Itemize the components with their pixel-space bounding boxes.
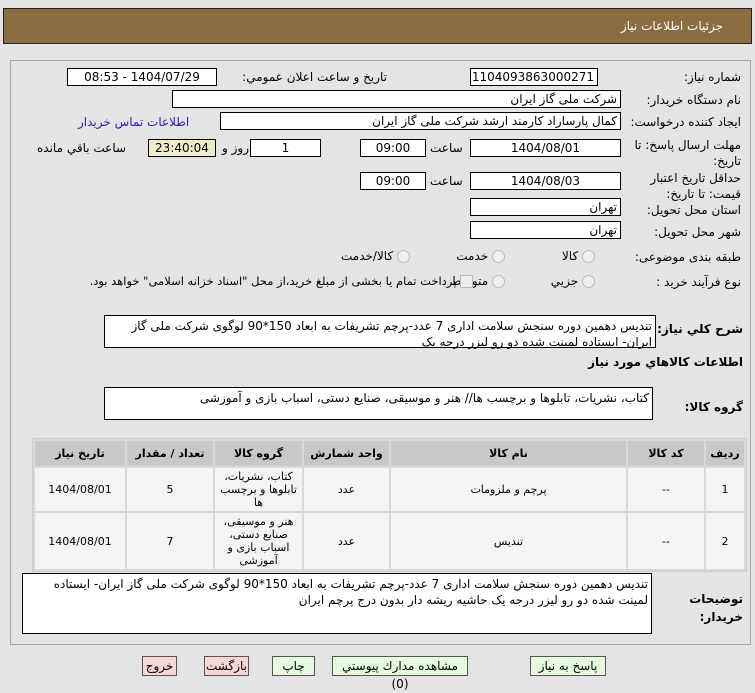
radio-icon[interactable] (397, 250, 410, 263)
deadline-date-field[interactable]: 1404/08/01 (470, 139, 621, 157)
col-header-quantity: تعداد / مقدار (127, 441, 213, 466)
announce-label: تاریخ و ساعت اعلان عمومي: (242, 70, 387, 84)
cell-code: -- (628, 468, 704, 511)
cell-row: 2 (706, 513, 744, 569)
buyer-label: نام دستگاه خریدار: (646, 93, 742, 107)
city-label: شهر محل تحویل: (654, 225, 741, 239)
exit-button[interactable]: خروج (142, 656, 177, 676)
city-field[interactable]: تهران (470, 221, 621, 239)
radio-icon[interactable] (492, 275, 505, 288)
goods-table: ردیف کد کالا نام کالا واحد شمارش گروه کا… (32, 438, 747, 572)
validity-time-label: ساعت (430, 174, 463, 188)
cell-date: 1404/08/01 (35, 468, 125, 511)
back-button[interactable]: بازگشت (204, 656, 249, 676)
treasury-payment-checkbox[interactable]: پرداخت تمام یا بخشی از مبلغ خرید،از محل … (90, 274, 473, 288)
cell-group: هنر و موسیقی، صنایع دستی، اسباب بازی و آ… (215, 513, 302, 569)
table-row: 2 -- تندیس عدد هنر و موسیقی، صنایع دستی،… (35, 513, 744, 569)
page-header: جزئیات اطلاعات نیاز (3, 8, 752, 44)
contact-buyer-link[interactable]: اطلاعات تماس خریدار (78, 115, 189, 129)
page-title: جزئیات اطلاعات نیاز (620, 19, 723, 33)
province-field[interactable]: تهران (470, 198, 621, 216)
category-label: طبقه بندی موضوعی: (634, 250, 741, 264)
table-row: 1 -- پرچم و ملزومات عدد کتاب، نشریات، تا… (35, 468, 744, 511)
radio-icon[interactable] (582, 275, 595, 288)
validity-time-field[interactable]: 09:00 (360, 172, 426, 190)
checkbox-icon[interactable] (460, 275, 473, 288)
need-number-field[interactable]: 1104093863000271 (470, 68, 598, 86)
days-field[interactable]: 1 (250, 139, 321, 157)
category-radio-goods[interactable]: کالا (562, 249, 595, 263)
goods-group-textarea[interactable]: کتاب، نشریات، تابلوها و برچسب ها// هنر و… (104, 387, 653, 420)
radio-icon[interactable] (492, 250, 505, 263)
days-label: روز و (222, 141, 249, 155)
remaining-label: ساعت باقي مانده (37, 141, 127, 155)
cell-unit: عدد (304, 468, 389, 511)
col-header-name: نام کالا (391, 441, 626, 466)
creator-label: ایجاد کننده درخواست: (630, 115, 741, 129)
province-label: استان محل تحویل: (646, 203, 741, 217)
deadline-time-label: ساعت (430, 141, 463, 155)
col-header-code: کد کالا (628, 441, 704, 466)
print-button[interactable]: چاپ (272, 656, 315, 676)
buyer-field[interactable]: شرکت ملی گاز ایران (172, 90, 621, 108)
cell-quantity: 7 (127, 513, 213, 569)
cell-unit: عدد (304, 513, 389, 569)
description-textarea[interactable]: تندیس دهمین دوره سنجش سلامت اداری 7 عدد-… (104, 315, 656, 349)
goods-group-label: گروه کالا: (684, 400, 743, 414)
buyer-notes-label: توضیحات خریدار: (689, 592, 743, 624)
goods-info-title: اطلاعات کالاهاي مورد نیاز (588, 355, 743, 369)
description-label: شرح کلي نیاز: (657, 322, 743, 336)
category-radio-service[interactable]: خدمت (456, 249, 505, 263)
deadline-label: مهلت ارسال پاسخ: تا تاریخ: (634, 138, 741, 168)
cell-quantity: 5 (127, 468, 213, 511)
cell-name: پرچم و ملزومات (391, 468, 626, 511)
cell-group: کتاب، نشریات، تابلوها و برچسب ها (215, 468, 302, 511)
remaining-time-field: 23:40:04 (148, 139, 216, 157)
category-radio-both[interactable]: کالا/خدمت (341, 249, 410, 263)
cell-row: 1 (706, 468, 744, 511)
creator-field[interactable]: کمال پارساراد کارمند ارشد شرکت ملی گاز ا… (220, 112, 621, 130)
need-number-label: شماره نیاز: (684, 70, 741, 84)
col-header-date: تاریخ نیاز (35, 441, 125, 466)
view-attachments-button[interactable]: مشاهده مدارك پیوستي (0) (332, 656, 468, 691)
cell-code: -- (628, 513, 704, 569)
process-label: نوع فرآیند خرید : (656, 275, 741, 289)
deadline-time-field[interactable]: 09:00 (360, 139, 426, 157)
process-radio-small[interactable]: جزیي (551, 274, 595, 288)
radio-icon[interactable] (582, 250, 595, 263)
reply-button[interactable]: پاسخ به نیاز (530, 656, 606, 676)
validity-date-field[interactable]: 1404/08/03 (470, 172, 621, 190)
validity-label: حداقل تاریخ اعتبار قیمت: تا تاریخ: (650, 171, 741, 201)
col-header-group: گروه کالا (215, 441, 302, 466)
announce-field[interactable]: 1404/07/29 - 08:53 (67, 68, 217, 86)
buyer-notes-textarea[interactable]: تندیس دهمین دوره سنجش سلامت اداری 7 عدد-… (22, 573, 652, 634)
col-header-row: ردیف (706, 441, 744, 466)
cell-date: 1404/08/01 (35, 513, 125, 569)
cell-name: تندیس (391, 513, 626, 569)
col-header-unit: واحد شمارش (304, 441, 389, 466)
